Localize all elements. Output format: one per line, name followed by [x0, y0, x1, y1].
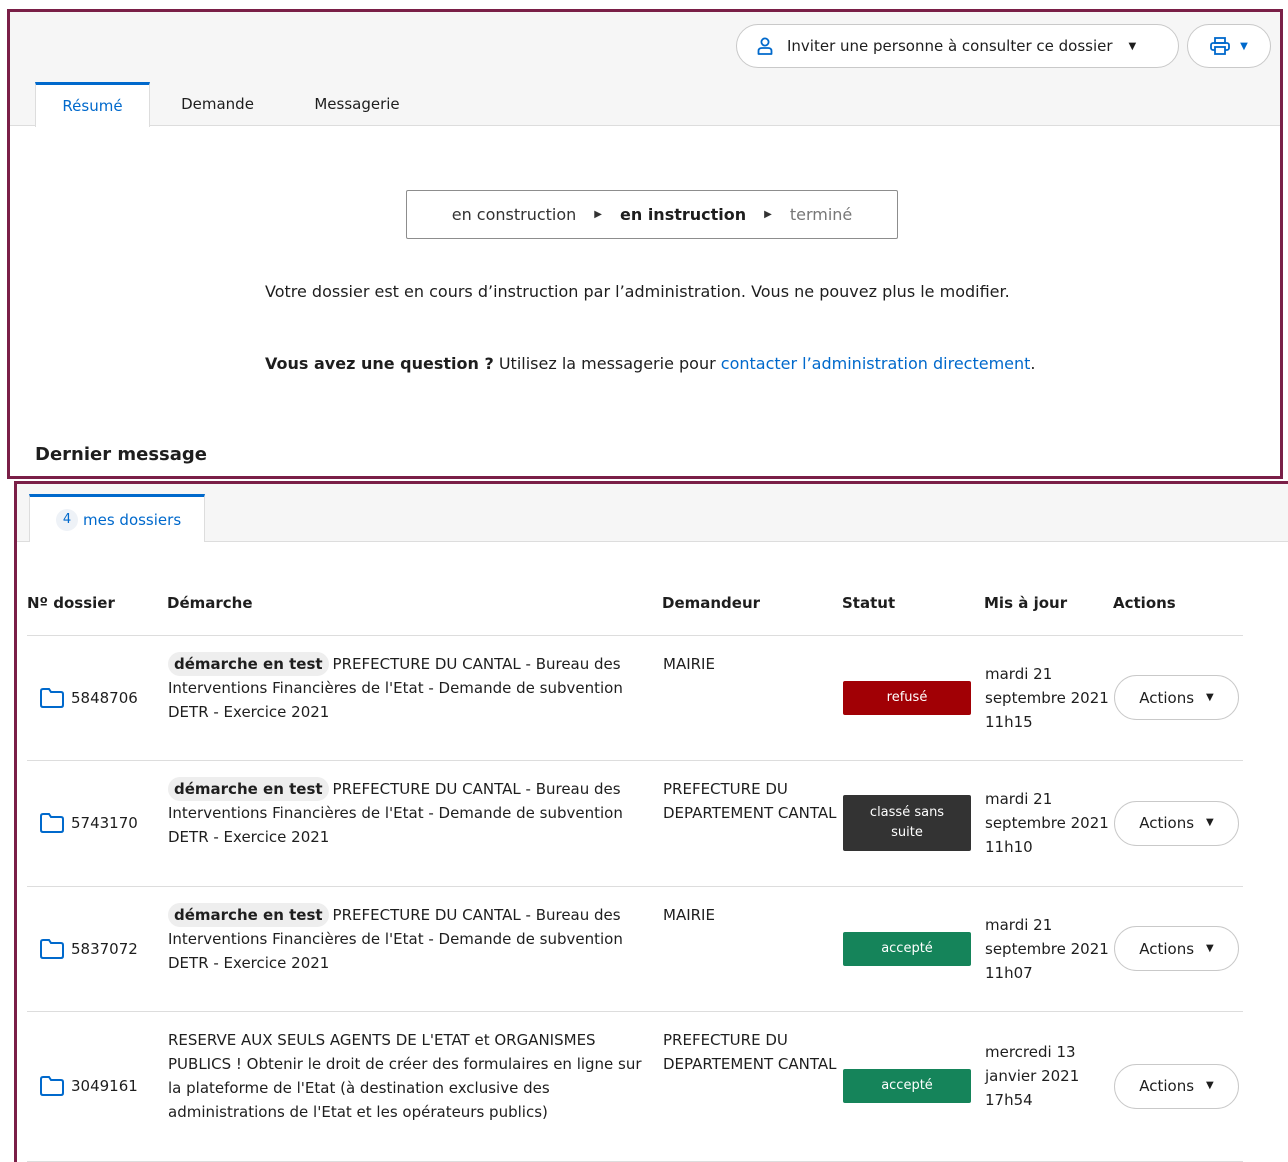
caret-down-icon: ▼ [1128, 40, 1137, 52]
folder-icon [39, 938, 65, 960]
dossier-number-link[interactable]: 3049161 [71, 1074, 138, 1098]
demandeur-cell: PREFECTURE DU DEPARTEMENT CANTAL [662, 760, 842, 887]
question-paragraph: Vous avez une question ? Utilisez la mes… [265, 350, 1065, 377]
status-explanation: Votre dossier est en cours d’instruction… [265, 282, 1010, 301]
updated-date: mardi 21 septembre 2021 11h07 [984, 886, 1113, 1012]
table-row[interactable]: 5848706 démarche en test PREFECTURE DU CA… [27, 635, 1243, 761]
table-header-row: Nº dossier Démarche Demandeur Statut Mis… [27, 579, 1243, 636]
step-arrow-icon: ▶ [594, 209, 602, 220]
table-row[interactable]: 5837072 démarche en test PREFECTURE DU CA… [27, 886, 1243, 1012]
column-header-actions: Actions [1113, 579, 1243, 636]
invite-person-label: Inviter une personne à consulter ce doss… [787, 37, 1113, 55]
dossiers-tabs: 4 mes dossiers [17, 484, 1288, 542]
contact-administration-link[interactable]: contacter l’administration directement [721, 354, 1031, 373]
status-step-instruction: en instruction [620, 205, 747, 224]
caret-down-icon: ▼ [1206, 1080, 1214, 1091]
demarche-name: RESERVE AUX SEULS AGENTS DE L'ETAT et OR… [168, 1030, 642, 1121]
updated-date: mardi 21 septembre 2021 11h10 [984, 760, 1113, 887]
printer-icon [1210, 37, 1231, 55]
status-badge: classé sans suite [843, 795, 971, 851]
status-step-termine: terminé [789, 205, 853, 224]
status-step-construction: en construction [451, 205, 577, 224]
actions-label: Actions [1139, 688, 1195, 707]
column-header-statut[interactable]: Statut [842, 579, 984, 636]
demandeur-cell: PREFECTURE DU DEPARTEMENT CANTAL [662, 1011, 842, 1162]
question-end: . [1030, 354, 1036, 373]
caret-down-icon: ▼ [1206, 817, 1214, 828]
demandeur-cell: MAIRIE [662, 635, 842, 761]
actions-dropdown-button[interactable]: Actions ▼ [1114, 1063, 1239, 1109]
print-button[interactable]: ▼ [1187, 24, 1271, 68]
column-header-demandeur[interactable]: Demandeur [662, 579, 842, 636]
status-badge: refusé [843, 680, 971, 715]
demandeur-cell: MAIRIE [662, 886, 842, 1012]
actions-label: Actions [1139, 939, 1195, 958]
dossier-number-link[interactable]: 5743170 [71, 811, 138, 835]
question-text: Utilisez la messagerie pour [498, 354, 716, 373]
invite-person-button[interactable]: Inviter une personne à consulter ce doss… [736, 24, 1179, 68]
actions-dropdown-button[interactable]: Actions ▼ [1114, 800, 1239, 846]
dossiers-count-badge: 4 [56, 508, 78, 531]
user-icon [757, 37, 773, 55]
dossier-summary-panel: Inviter une personne à consulter ce doss… [7, 9, 1283, 479]
folder-icon [39, 1075, 65, 1097]
caret-down-icon: ▼ [1206, 691, 1214, 703]
column-header-demarche[interactable]: Démarche [167, 579, 662, 636]
caret-down-icon: ▼ [1206, 942, 1214, 954]
dossier-number-link[interactable]: 5848706 [71, 686, 138, 710]
actions-label: Actions [1139, 1077, 1195, 1095]
updated-date: mardi 21 septembre 2021 11h15 [984, 635, 1113, 761]
tab-mes-dossiers[interactable]: 4 mes dossiers [29, 494, 205, 542]
column-header-numero[interactable]: Nº dossier [27, 579, 167, 636]
caret-down-icon: ▼ [1240, 40, 1248, 52]
folder-icon [39, 687, 65, 709]
tab-messagerie[interactable]: Messagerie [282, 82, 432, 126]
demarche-test-badge: démarche en test [168, 776, 329, 801]
status-badge: accepté [843, 931, 971, 966]
table-row[interactable]: 5743170 démarche en test PREFECTURE DU CA… [27, 760, 1243, 887]
actions-label: Actions [1139, 814, 1195, 832]
step-arrow-icon: ▶ [764, 209, 772, 220]
demarche-test-badge: démarche en test [168, 902, 329, 927]
column-header-mis-a-jour[interactable]: Mis à jour [984, 579, 1113, 636]
dossiers-table: Nº dossier Démarche Demandeur Statut Mis… [27, 579, 1243, 1162]
dossier-header: Inviter une personne à consulter ce doss… [10, 12, 1280, 127]
status-badge: accepté [843, 1069, 971, 1103]
tab-demande[interactable]: Demande [160, 82, 275, 126]
folder-icon [39, 812, 65, 834]
tab-resume[interactable]: Résumé [35, 82, 150, 127]
actions-dropdown-button[interactable]: Actions ▼ [1114, 926, 1239, 971]
question-bold: Vous avez une question ? [265, 354, 494, 373]
tab-mes-dossiers-label: mes dossiers [83, 510, 182, 529]
dossiers-list-panel: 4 mes dossiers Nº dossier Démarche Deman… [14, 481, 1288, 1162]
updated-date: mercredi 13 janvier 2021 17h54 [984, 1011, 1113, 1162]
last-message-heading: Dernier message [35, 444, 207, 465]
table-row[interactable]: 3049161 RESERVE AUX SEULS AGENTS DE L'ET… [27, 1011, 1243, 1162]
demarche-test-badge: démarche en test [168, 651, 329, 676]
dossier-number-link[interactable]: 5837072 [71, 937, 138, 961]
actions-dropdown-button[interactable]: Actions ▼ [1114, 675, 1239, 720]
dossier-status-progress: en construction ▶ en instruction ▶ termi… [406, 190, 898, 239]
